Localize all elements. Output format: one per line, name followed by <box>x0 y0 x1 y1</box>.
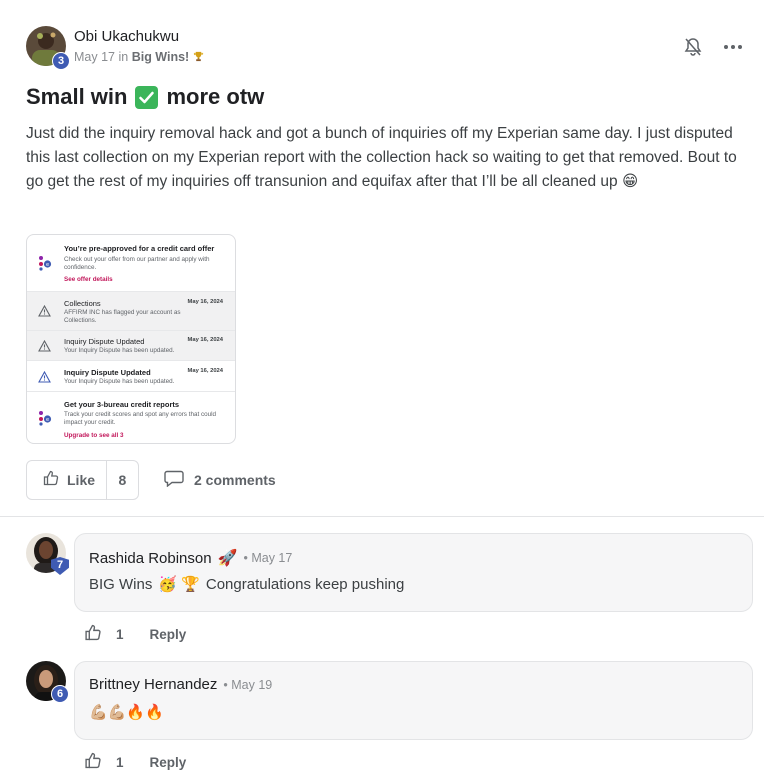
reports-link: Upgrade to see all 3 <box>64 432 124 439</box>
alert-title: Collections <box>64 299 101 308</box>
comment-actions: 1 Reply <box>84 624 186 644</box>
reports-title: Get your 3-bureau credit reports <box>64 400 180 409</box>
attachment-alert: Collections AFFIRM INC has flagged your … <box>27 292 235 331</box>
like-label: Like <box>67 472 96 488</box>
post-meta: May 17 in Big Wins! <box>74 50 204 64</box>
alert-date: May 16, 2024 <box>187 337 223 343</box>
comment: 6 Brittney Hernandez • May 19 💪🏼💪🏼🔥🔥 1 R… <box>0 661 764 778</box>
post-author-row: 3 Obi Ukachukwu May 17 in Big Wins! <box>26 26 204 70</box>
alert-desc: Your Inquiry Dispute has been updated. <box>64 347 175 354</box>
comment-date: • May 19 <box>223 677 273 692</box>
reply-button[interactable]: Reply <box>150 755 187 770</box>
alert-title: Inquiry Dispute Updated <box>64 368 151 377</box>
thumbs-up-icon <box>43 470 59 491</box>
comment-icon <box>164 470 184 490</box>
svg-text:e: e <box>46 262 49 268</box>
warning-icon <box>38 340 51 352</box>
thumbs-up-icon[interactable] <box>84 624 102 644</box>
more-icon[interactable] <box>722 36 744 58</box>
rocket-emoji: 🚀 <box>217 550 238 567</box>
commenter-name[interactable]: Rashida Robinson <box>89 550 212 567</box>
comments-button[interactable]: 2 comments <box>164 470 276 490</box>
comment-date: • May 17 <box>243 551 293 565</box>
post-title-part1: Small win <box>26 84 128 109</box>
author-avatar[interactable]: 3 <box>26 26 70 70</box>
alert-desc: Your Inquiry Dispute has been updated. <box>64 378 175 385</box>
commenter-level-badge: 6 <box>51 685 69 703</box>
like-button[interactable]: Like <box>27 461 106 499</box>
commenter-level-badge: 7 <box>51 557 69 575</box>
alert-date: May 16, 2024 <box>187 299 223 305</box>
commenter-avatar[interactable]: 7 <box>26 533 69 575</box>
offer-title: You’re pre-approved for a credit card of… <box>64 244 215 253</box>
comment-text-prefix: BIG Wins <box>89 575 153 593</box>
comment-like-count: 1 <box>116 626 124 642</box>
warning-icon <box>38 371 51 383</box>
comment-bubble: Rashida Robinson 🚀 • May 17 BIG Wins 🥳 🏆… <box>74 533 753 612</box>
offer-desc: Check out your offer from our partner an… <box>64 256 210 271</box>
comment-bubble: Brittney Hernandez • May 19 💪🏼💪🏼🔥🔥 <box>74 661 753 740</box>
attachment-alert: Inquiry Dispute Updated Your Inquiry Dis… <box>27 331 235 361</box>
trophy-icon <box>193 50 204 64</box>
comment-text-body: 💪🏼💪🏼🔥🔥 <box>89 704 164 721</box>
comment-text: 💪🏼💪🏼🔥🔥 <box>89 703 164 721</box>
bell-icon[interactable] <box>682 36 704 58</box>
comment-actions: 1 Reply <box>84 752 186 772</box>
post-title: Small win more otw <box>26 84 264 110</box>
alert-title: Inquiry Dispute Updated <box>64 337 145 346</box>
comment-like-count: 1 <box>116 754 124 770</box>
attachment-reports: e Get your 3-bureau credit reports Track… <box>27 392 235 443</box>
alert-date: May 16, 2024 <box>187 368 223 374</box>
reports-desc: Track your credit scores and spot any er… <box>64 411 217 426</box>
commenter-avatar[interactable]: 6 <box>26 661 69 703</box>
post-in-text: in <box>118 50 129 64</box>
comment-text-emoji: 🥳 🏆 <box>158 576 200 593</box>
post-group-link[interactable]: Big Wins! <box>132 50 190 64</box>
like-count[interactable]: 8 <box>105 461 138 499</box>
thumbs-up-icon[interactable] <box>84 752 102 772</box>
author-level-badge: 3 <box>52 52 70 70</box>
alert-desc: AFFIRM INC has flagged your account as C… <box>64 309 181 324</box>
offer-link: See offer details <box>64 276 113 283</box>
reply-button[interactable]: Reply <box>150 627 187 642</box>
divider <box>0 516 764 517</box>
like-group: Like 8 <box>26 460 139 500</box>
author-name[interactable]: Obi Ukachukwu <box>74 28 204 45</box>
comment-text: BIG Wins 🥳 🏆 Congratulations keep pushin… <box>89 575 405 594</box>
post-body: Just did the inquiry removal hack and go… <box>26 125 737 190</box>
comment-text-body: Congratulations keep pushing <box>205 575 405 593</box>
check-icon <box>135 85 159 109</box>
comment: 7 Rashida Robinson 🚀 • May 17 BIG Wins 🥳… <box>0 533 764 651</box>
comments-label: 2 comments <box>194 472 276 488</box>
attachment-offer: e You’re pre-approved for a credit card … <box>27 235 235 292</box>
post-image-attachment[interactable]: e You’re pre-approved for a credit card … <box>26 234 236 444</box>
post-title-part2: more otw <box>166 84 265 109</box>
commenter-name[interactable]: Brittney Hernandez <box>89 676 217 693</box>
post-date: May 17 <box>74 50 115 64</box>
warning-icon <box>38 305 51 317</box>
attachment-alert: Inquiry Dispute Updated Your Inquiry Dis… <box>27 361 235 392</box>
svg-text:e: e <box>46 417 49 423</box>
